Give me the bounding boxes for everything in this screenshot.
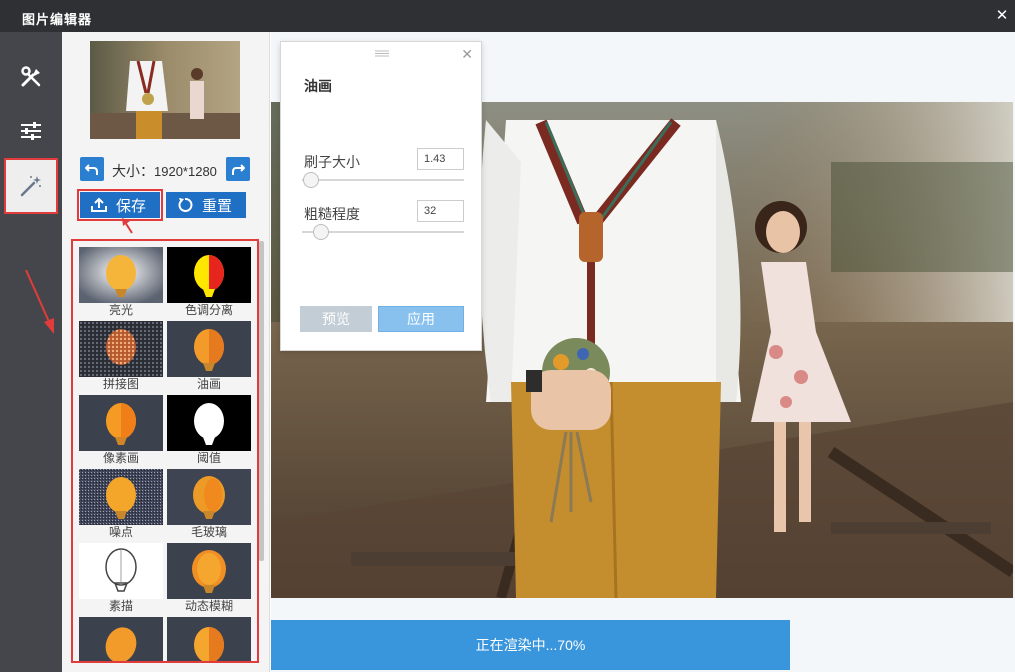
brush-size-input[interactable]: 1.43 — [417, 148, 464, 170]
roughness-input[interactable]: 32 — [417, 200, 464, 222]
filter-preview — [79, 469, 163, 525]
annotation-arrow-icon — [25, 269, 54, 334]
size-value: 1920*1280 — [154, 164, 217, 179]
filter-item-oil-paint[interactable]: 油画 — [167, 321, 251, 391]
upload-icon — [91, 197, 107, 212]
rotate-right-button[interactable] — [226, 157, 250, 181]
filter-label: 像素画 — [102, 451, 139, 465]
filter-label: 毛玻璃 — [190, 525, 227, 539]
annotation-arrow-small-icon — [122, 218, 133, 234]
dialog-title: 油画 — [304, 78, 332, 94]
image-thumbnail — [90, 41, 240, 139]
filter-label: 动态模糊 — [184, 599, 233, 613]
filter-label: 色调分离 — [184, 303, 233, 317]
filter-preview — [79, 395, 163, 451]
close-icon[interactable]: ✕ — [994, 8, 1010, 24]
brush-size-control: 刷子大小 1.43 — [302, 148, 464, 192]
filter-item-noise[interactable]: 噪点 — [79, 469, 163, 539]
image-size: 大小：1920*1280 — [112, 161, 217, 181]
tools-tab[interactable] — [6, 52, 56, 102]
filter-item-12[interactable] — [167, 617, 251, 661]
save-label: 保存 — [116, 197, 147, 215]
window-title: 图片编辑器 — [22, 12, 93, 27]
filter-preview — [79, 321, 163, 377]
reset-button[interactable]: 重置 — [166, 192, 246, 218]
brush-size-slider-track[interactable] — [302, 179, 464, 181]
title-bar: 图片编辑器 ✕ — [0, 0, 1015, 32]
sliders-icon — [21, 122, 41, 140]
filter-item-frosted-glass[interactable]: 毛玻璃 — [167, 469, 251, 539]
rotate-left-icon — [85, 164, 98, 175]
filter-item-glow[interactable]: 亮光 — [79, 247, 163, 317]
filter-preview — [79, 617, 163, 661]
close-icon[interactable]: ✕ — [461, 46, 473, 63]
preview-button[interactable]: 预览 — [300, 306, 372, 332]
filter-label: 素描 — [108, 599, 133, 613]
progress-text: 正在渲染中...70% — [475, 637, 586, 653]
filter-label: 阈值 — [196, 451, 221, 465]
brush-size-slider-handle[interactable] — [303, 172, 319, 188]
filter-item-sketch[interactable]: 素描 — [79, 543, 163, 613]
effects-tab[interactable] — [4, 158, 58, 214]
filter-label: 噪点 — [108, 525, 133, 539]
roughness-slider-handle[interactable] — [313, 224, 329, 240]
filter-preview — [79, 247, 163, 303]
rotate-left-button[interactable] — [80, 157, 104, 181]
filter-preview — [167, 247, 251, 303]
filter-scrollbar[interactable] — [259, 241, 264, 561]
reset-icon — [178, 198, 193, 212]
brush-size-label: 刷子大小 — [304, 154, 360, 170]
size-label: 大小： — [112, 163, 154, 179]
tool-sidebar — [0, 32, 62, 672]
roughness-control: 粗糙程度 32 — [302, 200, 464, 244]
oil-paint-dialog: ✕ 油画 刷子大小 1.43 粗糙程度 32 预览 应用 — [280, 41, 482, 351]
filter-item-posterize[interactable]: 色调分离 — [167, 247, 251, 317]
filter-preview — [79, 543, 163, 599]
magic-wand-icon — [20, 176, 41, 197]
render-progress: 正在渲染中...70% — [271, 620, 790, 670]
roughness-label: 粗糙程度 — [304, 206, 360, 222]
filter-preview — [167, 469, 251, 525]
filter-preview — [167, 543, 251, 599]
apply-button[interactable]: 应用 — [378, 306, 464, 332]
reset-label: 重置 — [202, 197, 233, 215]
save-button[interactable]: 保存 — [77, 189, 163, 221]
filter-preview — [167, 395, 251, 451]
filter-label: 亮光 — [108, 303, 133, 317]
filter-label: 拼接图 — [102, 377, 139, 391]
filter-preview — [167, 617, 251, 661]
filter-item-motion-blur[interactable]: 动态模糊 — [167, 543, 251, 613]
drag-handle-icon[interactable] — [375, 50, 389, 57]
filter-item-threshold[interactable]: 阈值 — [167, 395, 251, 465]
action-buttons: 保存 重置 — [77, 189, 268, 221]
filter-item-pixel[interactable]: 像素画 — [79, 395, 163, 465]
filter-grid: 亮光 色调分离 拼接图 油画 像素画 阈值 噪点 毛玻璃 素描 动态模糊 — [71, 239, 259, 663]
filter-preview — [167, 321, 251, 377]
size-row: 大小：1920*1280 — [80, 157, 252, 181]
rotate-right-icon — [232, 164, 245, 175]
filter-label: 油画 — [196, 377, 221, 391]
tools-icon — [21, 66, 41, 87]
filter-item-11[interactable] — [79, 617, 163, 661]
filter-item-mosaic[interactable]: 拼接图 — [79, 321, 163, 391]
adjust-tab[interactable] — [6, 106, 56, 156]
effects-panel: 大小：1920*1280 保存 重置 亮光 色调分离 拼接图 油画 像素画 阈值… — [62, 32, 270, 672]
